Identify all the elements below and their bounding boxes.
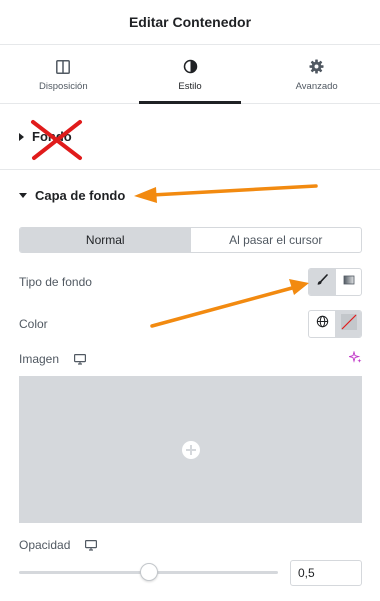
slider-handle[interactable] (139, 563, 158, 581)
color-controls (308, 310, 362, 338)
plus-icon (181, 440, 200, 459)
background-type-choices (308, 268, 362, 296)
state-normal-button[interactable]: Normal (20, 228, 191, 252)
tab-estilo[interactable]: Estilo (127, 46, 254, 104)
tab-label: Estilo (178, 80, 202, 92)
tab-avanzado[interactable]: Avanzado (253, 46, 380, 103)
gear-icon (308, 58, 326, 76)
classic-background-button[interactable] (309, 269, 335, 295)
color-label: Color (19, 317, 48, 331)
tab-disposicion[interactable]: Disposición (0, 46, 127, 103)
orange-arrow-icon (150, 279, 309, 328)
global-color-button[interactable] (309, 311, 335, 337)
gradient-icon (343, 273, 355, 291)
section-fondo-label: Fondo (32, 129, 72, 144)
panel-title: Editar Contenedor (128, 14, 252, 30)
caret-right-icon (19, 132, 24, 141)
state-hover-button[interactable]: Al pasar el cursor (191, 228, 362, 252)
state-toggle: Normal Al pasar el cursor (19, 227, 362, 253)
desktop-icon[interactable] (74, 352, 87, 370)
gradient-background-button[interactable] (335, 269, 361, 295)
tab-label: Avanzado (295, 80, 338, 92)
opacity-label: Opacidad (19, 538, 71, 552)
background-type-label: Tipo de fondo (19, 275, 92, 289)
image-upload-area[interactable] (19, 376, 362, 523)
layout-columns-icon (54, 58, 72, 76)
tab-label: Disposición (39, 80, 88, 92)
opacity-input[interactable] (290, 560, 362, 586)
classic-brush-icon (316, 273, 328, 291)
opacity-slider[interactable] (19, 563, 278, 581)
image-label: Imagen (19, 352, 60, 366)
section-capa-toggle[interactable]: Capa de fondo (0, 170, 380, 220)
tab-bar: Disposición Estilo Avanzado (0, 46, 380, 104)
panel-header: Editar Contenedor (0, 0, 380, 45)
section-fondo-toggle[interactable]: Fondo (0, 104, 380, 170)
desktop-icon[interactable] (85, 538, 98, 556)
color-picker-button[interactable] (335, 311, 361, 337)
section-capa-label: Capa de fondo (35, 187, 126, 203)
no-color-icon (340, 313, 358, 336)
sparkle-ai-icon[interactable] (347, 350, 362, 369)
contrast-icon (181, 58, 199, 76)
globe-icon (316, 315, 329, 333)
caret-down-icon (19, 192, 27, 198)
